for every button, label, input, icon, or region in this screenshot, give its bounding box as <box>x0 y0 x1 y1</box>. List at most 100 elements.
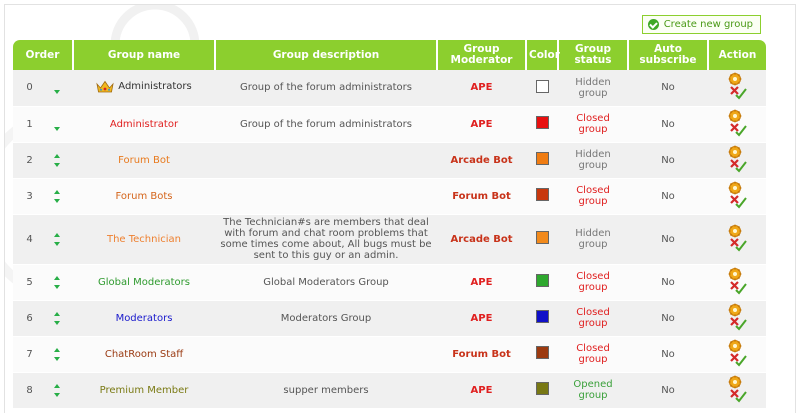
group-name-link[interactable]: Administrators <box>118 81 191 92</box>
group-status: Hidden group <box>558 70 628 107</box>
create-new-group-button[interactable]: Create new group <box>641 15 761 34</box>
group-name-cell: Forum Bots <box>73 178 215 215</box>
group-status: Closed group <box>558 300 628 337</box>
gear-edit-icon[interactable] <box>728 109 742 122</box>
move-down-arrow-icon[interactable] <box>53 284 60 289</box>
group-name-cell: Global Moderators <box>73 264 215 301</box>
order-arrows <box>53 153 60 167</box>
move-down-arrow-icon[interactable] <box>53 198 60 203</box>
delete-icon[interactable] <box>730 352 747 367</box>
action-cell <box>708 264 766 301</box>
column-header-action[interactable]: Action <box>708 40 766 70</box>
group-name-link[interactable]: Premium Member <box>100 385 189 396</box>
group-description: Group of the forum administrators <box>215 70 437 107</box>
move-up-arrow-icon[interactable] <box>53 311 60 316</box>
gear-edit-icon[interactable] <box>728 375 742 388</box>
column-header-color[interactable]: Color <box>526 40 560 70</box>
delete-icon[interactable] <box>730 280 747 295</box>
column-header-order[interactable]: Order <box>13 40 74 70</box>
auto-subscribe-value: No <box>628 214 708 265</box>
color-swatch <box>535 79 549 93</box>
delete-icon[interactable] <box>730 86 747 100</box>
move-down-arrow-icon[interactable] <box>53 126 60 131</box>
move-up-arrow-icon[interactable] <box>53 275 60 280</box>
color-swatch <box>535 382 549 395</box>
gear-edit-icon[interactable] <box>728 72 742 86</box>
order-arrows <box>53 81 60 95</box>
move-down-arrow-icon[interactable] <box>53 90 60 95</box>
table-row: 0 Administrators Group of the forum admi… <box>13 70 766 107</box>
group-name-link[interactable]: Moderators <box>116 313 173 324</box>
gear-edit-icon[interactable] <box>728 145 742 158</box>
auto-subscribe-value: No <box>628 106 708 143</box>
gear-edit-icon[interactable] <box>728 303 742 316</box>
groups-table: Order Group name Group description Group… <box>13 40 766 409</box>
group-moderator-link[interactable]: Forum Bot <box>437 336 526 373</box>
gear-edit-icon[interactable] <box>728 267 742 280</box>
group-description <box>215 336 437 373</box>
order-arrows <box>53 383 60 397</box>
order-cell: 6 <box>13 300 73 337</box>
table-row: 6 Moderators Moderators Group APE Closed… <box>13 300 766 337</box>
move-up-arrow-icon[interactable] <box>53 232 60 237</box>
move-down-arrow-icon[interactable] <box>53 320 60 325</box>
move-down-arrow-icon[interactable] <box>53 162 60 167</box>
group-name-link[interactable]: Forum Bots <box>116 191 173 202</box>
delete-icon[interactable] <box>730 122 747 137</box>
color-cell <box>526 264 558 301</box>
group-name-link[interactable]: Administrator <box>110 119 178 130</box>
group-name-cell: ChatRoom Staff <box>73 336 215 373</box>
auto-subscribe-value: No <box>628 264 708 301</box>
group-moderator-link[interactable]: APE <box>437 106 526 143</box>
group-name-link[interactable]: Forum Bot <box>118 155 170 166</box>
delete-icon[interactable] <box>730 194 747 209</box>
group-moderator-link[interactable]: APE <box>437 70 526 107</box>
move-up-arrow-icon[interactable] <box>53 347 60 352</box>
order-arrows <box>53 347 60 361</box>
group-name-link[interactable]: ChatRoom Staff <box>105 349 183 360</box>
move-down-arrow-icon[interactable] <box>53 392 60 397</box>
column-header-group-moderator[interactable]: Group Moderator <box>437 40 527 70</box>
column-header-group-description[interactable]: Group description <box>215 40 438 70</box>
table-row: 5 Global Moderators Global Moderators Gr… <box>13 264 766 301</box>
delete-icon[interactable] <box>730 388 747 403</box>
color-cell <box>526 300 558 337</box>
delete-icon[interactable] <box>730 316 747 331</box>
move-up-arrow-icon[interactable] <box>53 189 60 194</box>
move-down-arrow-icon[interactable] <box>53 241 60 246</box>
move-up-arrow-icon[interactable] <box>53 383 60 388</box>
action-cell <box>708 70 766 107</box>
move-down-arrow-icon[interactable] <box>53 356 60 361</box>
color-cell <box>526 106 558 143</box>
order-cell: 1 <box>13 106 73 143</box>
order-number: 0 <box>26 82 33 94</box>
group-moderator-link[interactable]: APE <box>437 372 526 409</box>
delete-icon[interactable] <box>730 158 747 173</box>
column-header-group-status[interactable]: Group status <box>558 40 629 70</box>
group-moderator-link[interactable]: Arcade Bot <box>437 142 526 179</box>
group-name-link[interactable]: The Technician <box>107 234 181 245</box>
group-moderator-link[interactable]: Arcade Bot <box>437 214 526 265</box>
move-up-arrow-icon[interactable] <box>53 153 60 158</box>
gear-edit-icon[interactable] <box>728 224 742 237</box>
color-swatch <box>535 274 549 287</box>
color-cell <box>526 70 558 107</box>
group-name-link[interactable]: Global Moderators <box>98 277 190 288</box>
gear-edit-icon[interactable] <box>728 339 742 352</box>
action-cell <box>708 142 766 179</box>
order-cell: 0 <box>13 70 73 107</box>
color-cell <box>526 142 558 179</box>
column-header-auto-subscribe[interactable]: Auto subscribe <box>628 40 709 70</box>
group-moderator-link[interactable]: APE <box>437 300 526 337</box>
action-cell <box>708 214 766 265</box>
gear-edit-icon[interactable] <box>728 181 742 194</box>
order-number: 2 <box>26 154 33 166</box>
group-moderator-link[interactable]: APE <box>437 264 526 301</box>
column-header-group-name[interactable]: Group name <box>73 40 216 70</box>
auto-subscribe-value: No <box>628 70 708 107</box>
action-cell <box>708 336 766 373</box>
group-moderator-link[interactable]: Forum Bot <box>437 178 526 215</box>
group-status: Hidden group <box>558 214 628 265</box>
group-name-cell: Moderators <box>73 300 215 337</box>
delete-icon[interactable] <box>730 237 747 252</box>
